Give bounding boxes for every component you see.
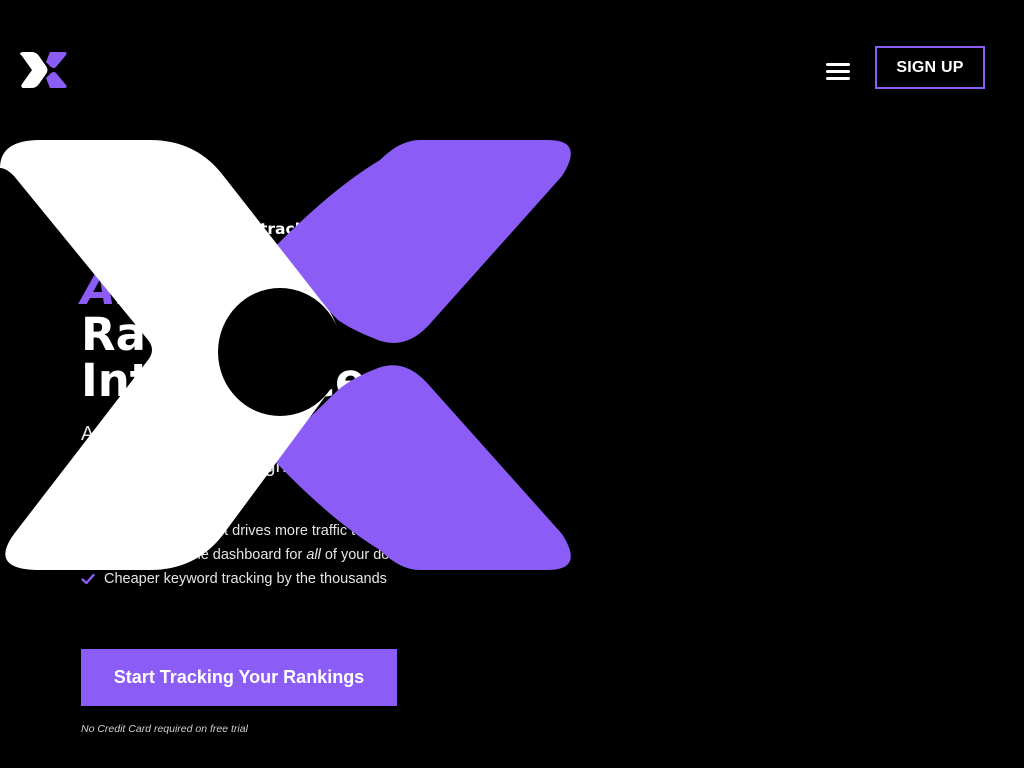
feature-text-after: of your domains [320,547,429,563]
check-icon [81,549,95,561]
start-tracking-button[interactable]: Start Tracking Your Rankings [81,649,397,706]
hero-subhead: A at uses AI to deliver ghts at scale [81,418,501,482]
menu-bar [826,76,850,80]
feature-text: th one dashboard for all of your domains [104,547,428,563]
headline-line-3: Int igence [81,354,366,407]
headline-accent: AI-Enable [81,262,323,315]
check-icon [81,525,95,537]
hero-eyebrow: tracking software for [81,218,461,240]
subhead-line-1: A at uses AI to deliver [81,423,452,445]
list-item: content drives more traffic to your webs… [81,519,541,543]
landing-page: SIGN UP tracking software for AI-Enable … [0,0,1024,768]
list-item: th one dashboard for all of your domains [81,543,541,567]
eyebrow-text: tracking software for [260,220,446,238]
x-logo-icon[interactable] [20,52,68,88]
feature-text-before: th one dashboard for [104,547,307,563]
feature-list: content drives more traffic to your webs… [81,519,541,591]
hamburger-menu-icon[interactable] [822,58,854,84]
check-icon [81,573,95,585]
menu-bar [826,69,850,73]
feature-text-emphasis: all [306,547,321,563]
feature-text: content drives more traffic to your webs… [104,523,449,539]
menu-bar [826,62,850,66]
feature-text: Cheaper keyword tracking by the thousand… [104,571,387,587]
subhead-line-2: ghts at scale [81,455,377,477]
list-item: Cheaper keyword tracking by the thousand… [81,567,541,591]
headline-line-2: Ra [81,308,147,361]
sign-up-button[interactable]: SIGN UP [875,46,985,89]
no-credit-card-note: No Credit Card required on free trial [81,723,248,735]
hero-headline: AI-Enable Ra Int igence [81,266,541,404]
